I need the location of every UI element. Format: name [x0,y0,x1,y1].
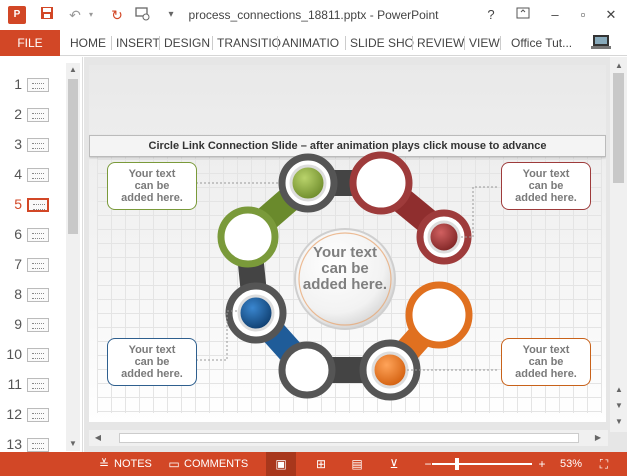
slide-thumbnail-image [27,258,49,272]
slide-thumbnail-pane: 1 2 3 4 5 6 7 8 9 10 11 12 13 ▲ ▼ [0,57,83,452]
slide-sorter-icon[interactable]: ⊞ [313,456,329,472]
file-tab[interactable]: FILE [0,30,60,56]
thumbnail-slide-5[interactable]: 5 [0,190,66,220]
thumbnail-slide-3[interactable]: 3 [0,130,66,160]
restore-button[interactable]: ▫ [572,5,594,25]
scroll-left-arrow-icon[interactable]: ◀ [91,431,105,445]
slide-thumbnail-image [27,438,49,452]
slide-canvas[interactable]: Circle Link Connection Slide – after ani… [89,65,606,422]
callout-green[interactable]: Your text can be added here. [107,162,197,210]
slide-thumbnail-image [27,318,49,332]
thumbnail-slide-1[interactable]: 1 [0,70,66,100]
scroll-up-arrow-icon[interactable]: ▲ [66,63,80,77]
tab-view[interactable]: VIEW [469,30,500,56]
minimize-button[interactable]: – [544,5,566,25]
zoom-slider[interactable] [432,463,532,465]
tab-slide-show[interactable]: SLIDE SHO [350,30,414,56]
comments-button[interactable]: COMMENTS [184,452,248,476]
editor-vertical-scrollbar[interactable]: ▲ ▲ ▼ ▼ [610,57,627,432]
scrollbar-thumb[interactable] [119,433,579,443]
slide-thumbnail-image [27,168,49,182]
scroll-right-arrow-icon[interactable]: ▶ [591,431,605,445]
tab-insert[interactable]: INSERT [116,30,160,56]
notes-icon[interactable]: ≚ [96,456,112,472]
callout-red[interactable]: Your text can be added here. [501,162,591,210]
slide-thumbnail-image [27,288,49,302]
thumbnail-slide-2[interactable]: 2 [0,100,66,130]
slide-editing-area: Circle Link Connection Slide – after ani… [84,57,627,452]
thumbnail-slide-11[interactable]: 11 [0,370,66,400]
close-button[interactable]: ✕ [600,5,622,25]
ribbon-display-options-icon[interactable] [512,5,534,25]
slide-thumbnail-image [27,78,49,92]
fit-slide-icon[interactable]: ⛶ [596,456,612,472]
scrollbar-thumb[interactable] [68,79,78,234]
tab-home[interactable]: HOME [70,30,106,56]
thumbnail-slide-10[interactable]: 10 [0,340,66,370]
scroll-down-arrow-icon[interactable]: ▼ [612,415,626,429]
thumbnail-slide-6[interactable]: 6 [0,220,66,250]
slide-thumbnail-image [27,108,49,122]
callout-orange[interactable]: Your text can be added here. [501,338,591,386]
tab-animations[interactable]: ANIMATIO [282,30,339,56]
status-bar: ≚ NOTES ▭ COMMENTS ▣ ⊞ ▤ ⊻ − + 53% ⛶ [0,452,627,476]
thumbnail-slide-8[interactable]: 8 [0,280,66,310]
normal-view-icon[interactable]: ▣ [273,456,289,472]
thumbnail-slide-9[interactable]: 9 [0,310,66,340]
scrollbar-thumb[interactable] [613,73,624,183]
thumbnail-slide-12[interactable]: 12 [0,400,66,430]
tab-review[interactable]: REVIEW [417,30,464,56]
slide-thumbnail-image [27,138,49,152]
slide-thumbnail-image [27,228,49,242]
zoom-level[interactable]: 53% [560,452,582,476]
slide-show-icon[interactable]: ⊻ [386,456,402,472]
ribbon-tabs: FILE HOME INSERT DESIGN TRANSITIO ANIMAT… [0,30,627,56]
previous-slide-icon[interactable]: ▲ [612,383,626,397]
tab-transitions[interactable]: TRANSITIO [217,30,281,56]
account-name[interactable]: Office Tut... [511,30,572,56]
slide-thumbnail-image [27,348,49,362]
tab-design[interactable]: DESIGN [164,30,210,56]
slide-thumbnail-image [27,408,49,422]
zoom-slider-handle[interactable] [455,458,459,470]
slide-thumbnail-image [27,378,49,392]
thumbnail-slide-7[interactable]: 7 [0,250,66,280]
account-avatar-icon[interactable] [590,33,614,59]
help-button[interactable]: ? [480,5,502,25]
editor-horizontal-scrollbar[interactable]: ◀ ▶ [89,430,608,446]
zoom-in-icon[interactable]: + [534,456,550,472]
scroll-down-arrow-icon[interactable]: ▼ [66,437,80,451]
next-slide-icon[interactable]: ▼ [612,399,626,413]
reading-view-icon[interactable]: ▤ [349,456,365,472]
slide-thumbnail-image [27,198,49,212]
scroll-up-arrow-icon[interactable]: ▲ [612,59,626,73]
notes-button[interactable]: NOTES [114,452,152,476]
title-bar: P ↶ ▾ ↻ ▾ process_connections_18811.pptx… [0,0,627,30]
comments-icon[interactable]: ▭ [166,456,182,472]
thumbnail-slide-4[interactable]: 4 [0,160,66,190]
callout-blue[interactable]: Your text can be added here. [107,338,197,386]
center-hub-text[interactable]: Your text can be added here. [300,245,390,293]
thumbnail-scrollbar[interactable]: ▲ ▼ [66,63,80,451]
